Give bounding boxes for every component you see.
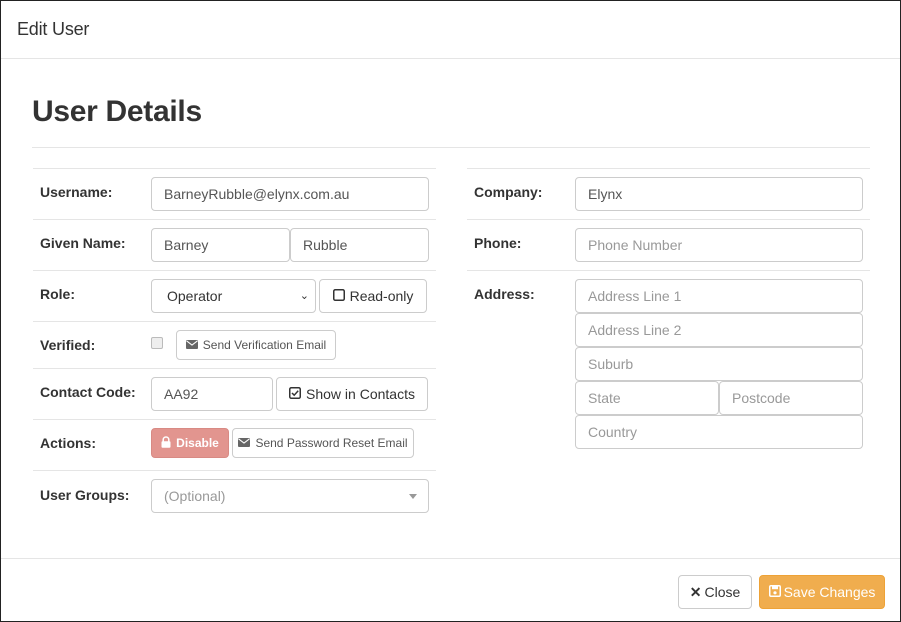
given-name-row: Given Name: Barney Rubble <box>33 219 436 270</box>
postcode-input[interactable]: Postcode <box>719 381 863 415</box>
contact-code-label: Contact Code: <box>40 384 136 400</box>
checkbox-checked-icon <box>289 387 302 401</box>
read-only-label: Read-only <box>349 288 414 304</box>
role-select[interactable]: Operator ⌄ <box>151 279 316 313</box>
checkbox-icon <box>332 289 345 303</box>
company-label: Company: <box>474 184 543 200</box>
phone-label: Phone: <box>474 235 522 251</box>
address-line-1-input[interactable]: Address Line 1 <box>575 279 863 313</box>
title-divider <box>32 147 870 148</box>
user-details-left-column: Username: BarneyRubble@elynx.com.au Give… <box>33 168 436 525</box>
user-groups-row: User Groups: (Optional) <box>33 470 436 525</box>
address-label: Address: <box>474 286 535 302</box>
phone-row: Phone: Phone Number <box>467 219 870 270</box>
edit-user-modal: Edit User User Details Username: BarneyR… <box>0 0 901 622</box>
username-input[interactable]: BarneyRubble@elynx.com.au <box>151 177 429 211</box>
send-verification-email-label: Send Verification Email <box>202 338 327 352</box>
save-changes-label: Save Changes <box>783 584 876 600</box>
verified-label: Verified: <box>40 337 96 353</box>
country-input[interactable]: Country <box>575 415 863 449</box>
username-row: Username: BarneyRubble@elynx.com.au <box>33 168 436 219</box>
verified-checkbox[interactable] <box>151 337 163 349</box>
lock-icon <box>161 436 171 450</box>
company-input[interactable]: Elynx <box>575 177 863 211</box>
page-title: User Details <box>32 95 202 128</box>
user-groups-select[interactable]: (Optional) <box>151 479 429 513</box>
disable-label: Disable <box>176 436 219 450</box>
close-button[interactable]: ✕ Close <box>678 575 752 609</box>
role-row: Role: Operator ⌄ Read-only <box>33 270 436 321</box>
send-password-reset-email-button[interactable]: Send Password Reset Email <box>232 428 414 458</box>
address-row: Address: Address Line 1 Address Line 2 S… <box>467 270 870 456</box>
save-changes-button[interactable]: Save Changes <box>759 575 885 609</box>
phone-input[interactable]: Phone Number <box>575 228 863 262</box>
user-groups-label: User Groups: <box>40 487 130 503</box>
company-row: Company: Elynx <box>467 168 870 219</box>
address-line-2-input[interactable]: Address Line 2 <box>575 313 863 347</box>
disable-user-button[interactable]: Disable <box>151 428 229 458</box>
modal-footer: ✕ Close Save Changes <box>1 558 900 622</box>
close-icon: ✕ <box>689 584 702 600</box>
role-label: Role: <box>40 286 75 302</box>
suburb-input[interactable]: Suburb <box>575 347 863 381</box>
role-selected-value: Operator <box>167 288 223 304</box>
contact-code-row: Contact Code: AA92 Show in Contacts <box>33 368 436 419</box>
modal-body: User Details Username: BarneyRubble@elyn… <box>1 59 900 556</box>
username-label: Username: <box>40 184 113 200</box>
send-password-reset-label: Send Password Reset Email <box>255 436 408 450</box>
user-details-right-column: Company: Elynx Phone: Phone Number Addre… <box>467 168 870 456</box>
given-name-label: Given Name: <box>40 235 126 251</box>
contact-code-input[interactable]: AA92 <box>151 377 273 411</box>
envelope-icon <box>238 437 251 449</box>
actions-label: Actions: <box>40 435 96 451</box>
save-icon <box>768 585 781 599</box>
verified-row: Verified: Send Verification Email <box>33 321 436 368</box>
show-in-contacts-toggle[interactable]: Show in Contacts <box>276 377 428 411</box>
first-name-input[interactable]: Barney <box>151 228 290 262</box>
read-only-toggle[interactable]: Read-only <box>319 279 427 313</box>
caret-down-icon <box>409 494 417 499</box>
last-name-input[interactable]: Rubble <box>290 228 429 262</box>
user-groups-placeholder: (Optional) <box>164 488 226 504</box>
show-in-contacts-label: Show in Contacts <box>306 386 415 402</box>
envelope-icon <box>185 339 198 351</box>
chevron-down-icon: ⌄ <box>299 290 309 302</box>
close-label: Close <box>704 584 741 600</box>
modal-header: Edit User <box>1 1 900 59</box>
modal-title: Edit User <box>17 19 90 39</box>
state-input[interactable]: State <box>575 381 719 415</box>
send-verification-email-button[interactable]: Send Verification Email <box>176 330 336 360</box>
actions-row: Actions: Disable Send Password Reset Ema… <box>33 419 436 470</box>
